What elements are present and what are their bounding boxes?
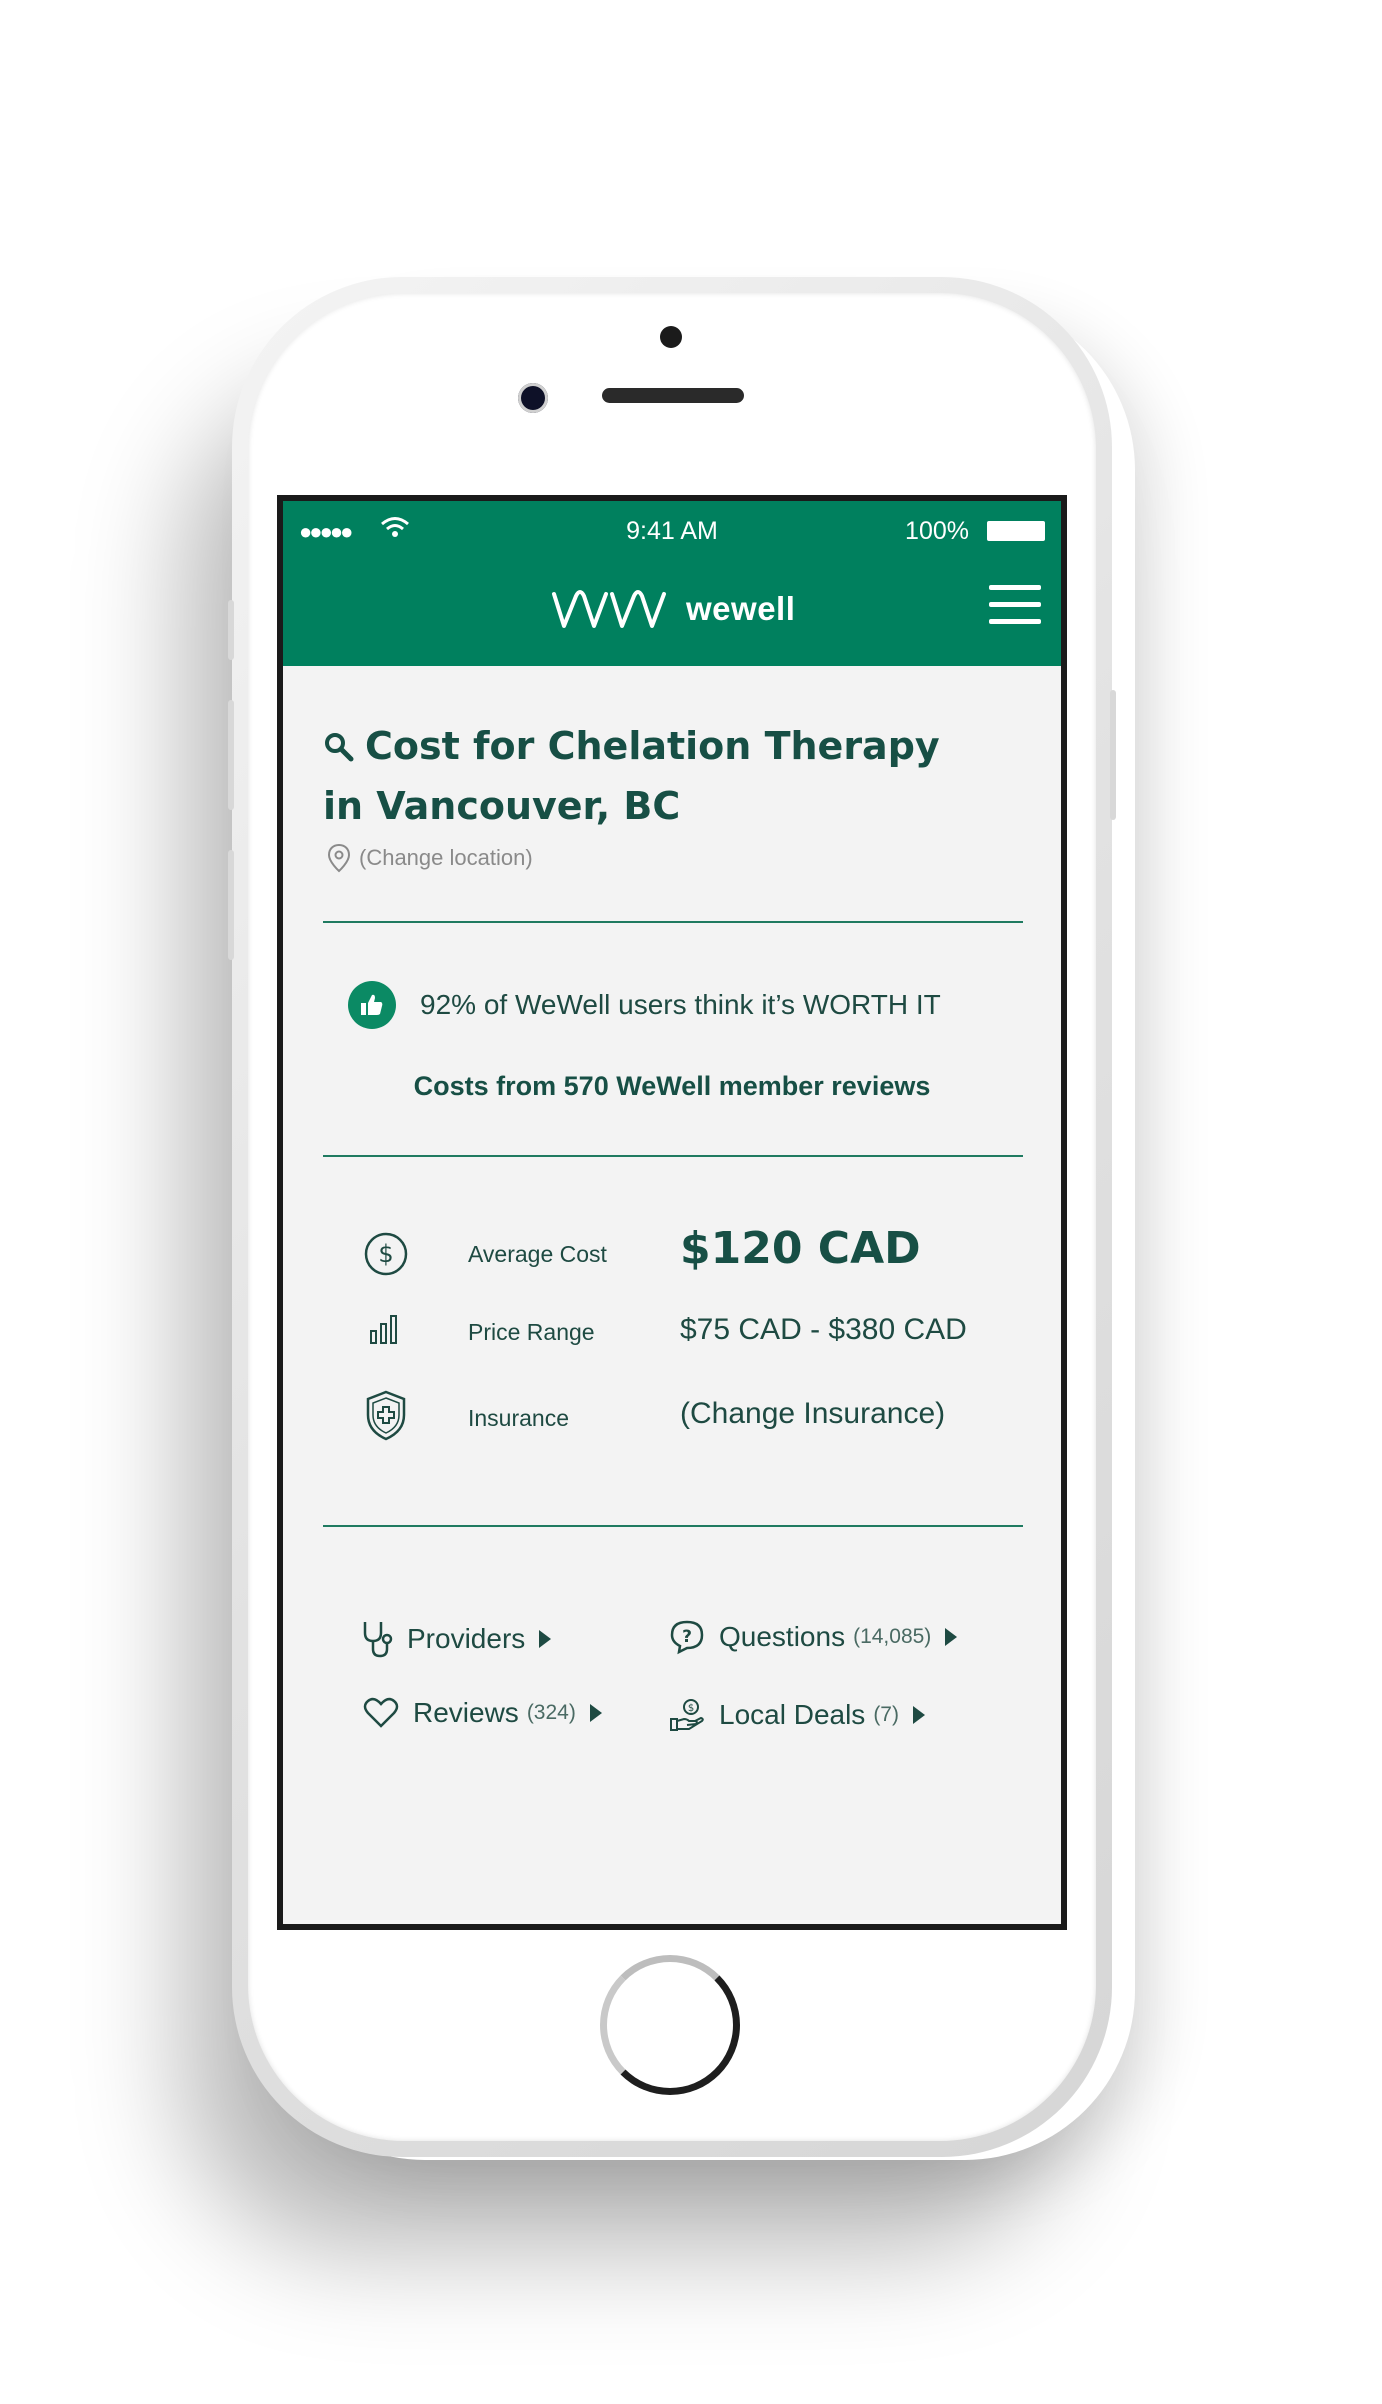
battery-percent: 100% xyxy=(905,517,969,545)
home-button[interactable] xyxy=(600,1955,740,2095)
chevron-right-icon xyxy=(589,1704,602,1722)
phone-volume-down xyxy=(228,850,234,960)
insurance-label: Insurance xyxy=(468,1405,570,1431)
reviews-label: Reviews xyxy=(413,1697,519,1728)
chevron-right-icon xyxy=(945,1628,958,1646)
local-deals-label: Local Deals xyxy=(719,1699,866,1730)
question-bubble-icon: ? xyxy=(670,1620,704,1655)
divider xyxy=(323,1525,1023,1527)
local-deals-count: (7) xyxy=(873,1703,899,1726)
money-hand-icon: $ xyxy=(670,1699,704,1731)
heart-icon xyxy=(363,1697,399,1728)
divider xyxy=(323,1155,1023,1157)
change-location-text: (Change location) xyxy=(359,845,533,870)
svg-text:?: ? xyxy=(682,1627,692,1647)
average-cost-value: $120 CAD xyxy=(680,1223,921,1274)
chevron-right-icon xyxy=(912,1706,925,1724)
bar-chart-icon xyxy=(370,1315,397,1344)
logo-text: wewell xyxy=(686,590,796,627)
reviews-count: (324) xyxy=(526,1701,576,1724)
phone-power-button xyxy=(1110,690,1116,820)
questions-label: Questions xyxy=(719,1621,846,1652)
divider xyxy=(323,921,1023,923)
stethoscope-icon xyxy=(363,1622,393,1658)
title-line-1: Cost for Chelation Therapy xyxy=(365,724,940,768)
chevron-right-icon xyxy=(539,1630,552,1648)
wewell-logo[interactable]: wewell xyxy=(550,584,795,634)
location-pin-icon xyxy=(327,843,351,873)
questions-link[interactable]: ? Questions (14,085) xyxy=(669,1619,958,1655)
status-bar: ●●●●● 9:41 AM 100% xyxy=(283,515,1061,547)
price-range-value: $75 CAD - $380 CAD xyxy=(680,1313,967,1346)
search-icon xyxy=(325,733,354,762)
change-insurance-link[interactable]: (Change Insurance) xyxy=(680,1397,945,1431)
phone-side-button xyxy=(228,600,234,660)
dollar-circle-icon: $ xyxy=(364,1232,408,1276)
app-header: ●●●●● 9:41 AM 100% wewell xyxy=(283,501,1061,666)
shield-cross-icon xyxy=(366,1390,406,1441)
phone-volume-up xyxy=(228,700,234,810)
phone-screen: ●●●●● 9:41 AM 100% wewell Cost for Chela… xyxy=(277,495,1067,1930)
proximity-sensor xyxy=(660,326,682,348)
reviews-count-line: Costs from 570 WeWell member reviews xyxy=(413,1071,931,1101)
questions-count: (14,085) xyxy=(853,1625,932,1648)
reviews-link[interactable]: Reviews (324) xyxy=(363,1697,602,1729)
change-location-link[interactable]: (Change location) xyxy=(327,843,533,873)
providers-label: Providers xyxy=(407,1623,526,1654)
battery-icon xyxy=(987,521,1045,541)
wewell-logo-mark-icon xyxy=(552,590,666,628)
average-cost-label: Average Cost xyxy=(468,1241,607,1267)
page-title: Cost for Chelation Therapy in Vancouver,… xyxy=(323,716,1023,836)
worth-it-stat: 92% of WeWell users think it’s WORTH IT xyxy=(348,981,941,1029)
thumbs-up-icon xyxy=(348,981,396,1029)
svg-text:$: $ xyxy=(688,1703,694,1714)
front-camera xyxy=(518,383,548,413)
hamburger-menu-icon[interactable] xyxy=(989,585,1041,625)
worth-it-text: 92% of WeWell users think it’s WORTH IT xyxy=(420,989,941,1020)
svg-text:$: $ xyxy=(378,1240,393,1268)
price-range-label: Price Range xyxy=(468,1319,595,1345)
local-deals-link[interactable]: $ Local Deals (7) xyxy=(669,1697,925,1733)
earpiece-speaker xyxy=(602,388,744,403)
title-line-2: in Vancouver, BC xyxy=(323,784,681,828)
providers-link[interactable]: Providers xyxy=(361,1619,552,1659)
